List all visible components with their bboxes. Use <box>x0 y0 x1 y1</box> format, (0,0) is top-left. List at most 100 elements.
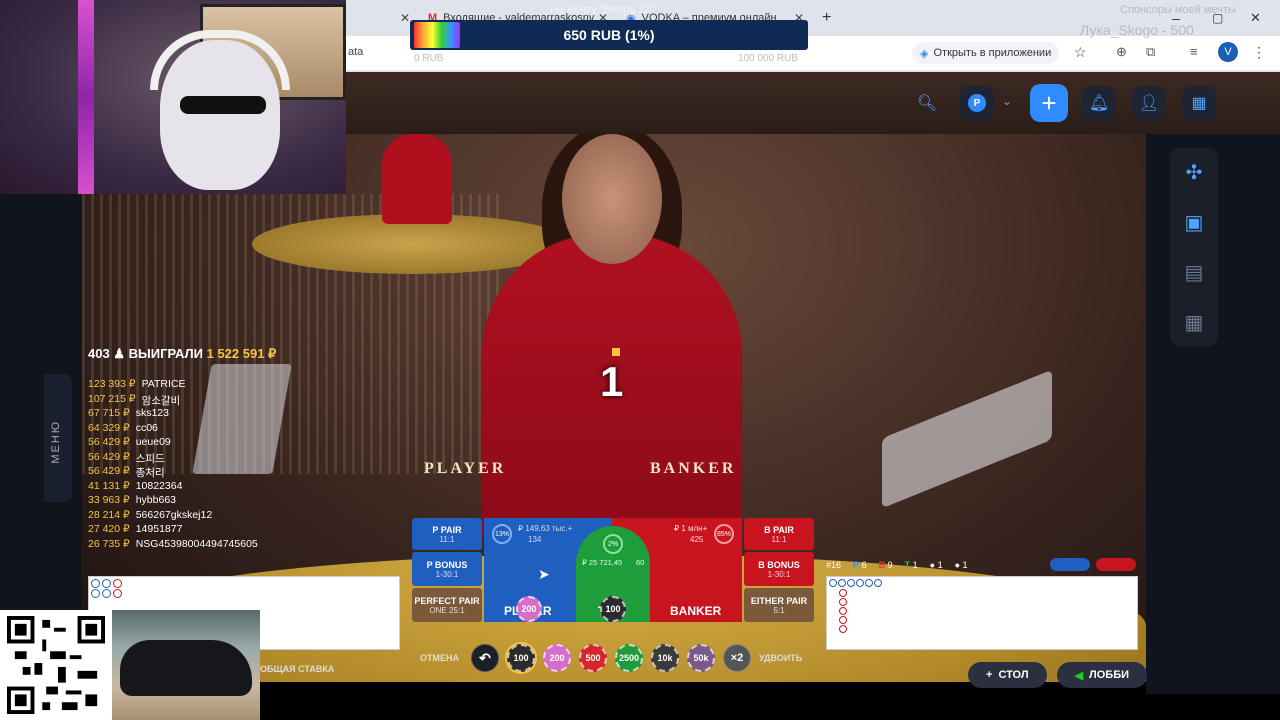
currency-button[interactable]: P <box>960 86 994 120</box>
currency-icon: P <box>968 94 986 112</box>
winners-summary: 403 ♟ ВЫИГРАЛИ 1 522 591 ₽ <box>88 346 276 362</box>
menu-label[interactable]: МЕНЮ <box>50 420 62 464</box>
donation-goal-bar: 650 RUB (1%) <box>410 20 808 50</box>
winner-name: sks123 <box>135 407 169 419</box>
b-pairs: 1 <box>962 560 968 570</box>
url-text[interactable]: ata <box>348 46 363 58</box>
app-icon: ◈ <box>920 47 929 60</box>
perfect-pair-bet[interactable]: PERFECT PAIR ONE 25:1 <box>412 588 482 622</box>
tie-pool: ₽ 25 721,45 <box>582 558 623 567</box>
big-road-column <box>839 589 847 633</box>
either-pair-bet[interactable]: EITHER PAIR 5:1 <box>744 588 814 622</box>
qr-code <box>0 610 112 720</box>
lobby-icon: ◀ <box>1074 669 1084 682</box>
winner-name: hybb663 <box>135 494 177 506</box>
p-bonus-label: P BONUS <box>426 559 468 570</box>
winner-name: NSG45398004494745605 <box>135 537 258 550</box>
chip-2500[interactable]: 2500 <box>615 644 643 672</box>
puzzle-icon[interactable]: ⧉ <box>1146 44 1155 60</box>
p-bonus-odds: 1-30:1 <box>435 569 459 579</box>
either-pair-odds: 5:1 <box>773 605 785 615</box>
p-pair-label: P PAIR <box>432 524 462 535</box>
b-bonus-odds: 1-30:1 <box>767 569 791 579</box>
donation-min: 0 RUB <box>414 53 444 64</box>
double-label[interactable]: УДВОИТЬ <box>759 653 802 663</box>
tab-close-left[interactable]: ✕ <box>400 6 410 30</box>
chip-selector: 100 200 500 2500 10k 50k <box>507 644 715 672</box>
total-bet-label: ОБЩАЯ СТАВКА <box>260 664 335 674</box>
profile-avatar[interactable]: V <box>1218 42 1238 62</box>
winner-amount: 27 420 ₽ <box>88 523 130 535</box>
table-button[interactable]: + СТОЛ <box>968 662 1047 688</box>
user-icon[interactable]: 👤︎ <box>1132 86 1166 120</box>
winner-row: 56 429 ₽ ueue09 <box>88 436 171 448</box>
bookmark-star-icon[interactable]: ☆ <box>1074 44 1087 61</box>
cancel-label[interactable]: ОТМЕНА <box>420 653 459 663</box>
window-close-button[interactable]: ✕ <box>1250 6 1261 30</box>
donation-goal-text: 650 RUB (1%) <box>563 27 655 43</box>
open-in-app-button[interactable]: ◈ Открыть в приложении <box>912 42 1060 64</box>
extension-icon[interactable]: ⊕ <box>1116 44 1127 60</box>
winner-amount: 107 215 ₽ <box>88 392 136 405</box>
ties: 1 <box>912 560 918 570</box>
plus-icon: + <box>1041 87 1057 118</box>
tie-stat: T 1 <box>904 560 918 570</box>
collapse-icon[interactable]: ✣ <box>1180 158 1208 186</box>
p-bonus-bet[interactable]: P BONUS 1-30:1 <box>412 552 482 586</box>
new-tab-button[interactable]: + <box>822 6 831 30</box>
qr-code-icon <box>7 616 105 714</box>
banker-wins: 9 <box>887 560 893 570</box>
player-predict-button[interactable] <box>1050 558 1090 571</box>
winner-amount: 41 131 ₽ <box>88 479 130 492</box>
table-banker-label: BANKER <box>650 460 737 477</box>
winners-count: 403 <box>88 346 110 361</box>
player-chip: 200 <box>516 596 542 622</box>
layout-icon[interactable]: ▣ <box>1180 208 1208 236</box>
tie-chip: 100 <box>600 596 626 622</box>
sponsors-overlay-text: Спонсоры моей мечты <box>1120 4 1236 16</box>
tie-percent: 2% <box>603 534 623 554</box>
winner-name: 10822364 <box>135 479 183 492</box>
kebab-menu-icon[interactable]: ⋮ <box>1252 44 1266 61</box>
bell-icon[interactable]: 🔔︎ <box>1082 86 1116 120</box>
chip-500[interactable]: 500 <box>579 644 607 672</box>
player-pool: ₽ 149,63 тыс.+ <box>518 524 573 533</box>
chip-50k[interactable]: 50k <box>687 644 715 672</box>
search-icon[interactable]: 🔍︎ <box>910 86 944 120</box>
p-pair-bet[interactable]: P PAIR 11:1 <box>412 518 482 550</box>
banker-count: 425 <box>690 535 704 544</box>
winner-amount: 56 429 ₽ <box>88 465 130 477</box>
chip-200[interactable]: 200 <box>543 644 571 672</box>
chevron-down-icon[interactable]: ⌄ <box>1002 94 1012 108</box>
b-bonus-bet[interactable]: B BONUS 1-30:1 <box>744 552 814 586</box>
reading-list-icon[interactable]: ≡ <box>1190 44 1198 59</box>
sunglasses <box>180 96 266 114</box>
tie-count: 60 <box>636 558 645 567</box>
banker-predict-button[interactable] <box>1096 558 1136 571</box>
round-number: #16 <box>826 560 842 570</box>
b-pair-bet[interactable]: B PAIR 11:1 <box>744 518 814 550</box>
winner-name: 암소갈비 <box>141 394 181 407</box>
banker-percent: 85% <box>714 524 734 544</box>
layout-alt-icon[interactable]: ▤ <box>1180 258 1208 286</box>
undo-button[interactable]: ↶ <box>471 644 499 672</box>
grid-icon[interactable]: ▦ <box>1182 86 1216 120</box>
chip-100[interactable]: 100 <box>507 644 535 672</box>
b-pair-label: B PAIR <box>764 524 794 535</box>
lobby-button[interactable]: ◀ ЛОББИ <box>1056 662 1148 688</box>
close-icon[interactable]: ✕ <box>400 11 410 25</box>
winner-row: 67 715 ₽ sks123 <box>88 407 169 419</box>
winner-row: 26 735 ₽ NSG45398004494745605 <box>88 538 258 550</box>
double-button[interactable]: ×2 <box>723 644 751 672</box>
winner-row: 41 131 ₽ 10822364 <box>88 480 182 492</box>
chip-10k[interactable]: 10k <box>651 644 679 672</box>
winners-total: 1 522 591 ₽ <box>206 346 277 361</box>
either-pair-label: EITHER PAIR <box>750 595 808 606</box>
mouse-cursor: ➤ <box>538 566 550 582</box>
plus-icon: + <box>986 669 993 681</box>
deposit-plus-button[interactable]: + <box>1030 84 1068 122</box>
plus-icon[interactable]: + <box>822 9 831 27</box>
banker-label: BANKER <box>670 604 722 618</box>
table-player-label: PLAYER <box>424 460 507 477</box>
apps-icon[interactable]: ▦ <box>1180 308 1208 336</box>
